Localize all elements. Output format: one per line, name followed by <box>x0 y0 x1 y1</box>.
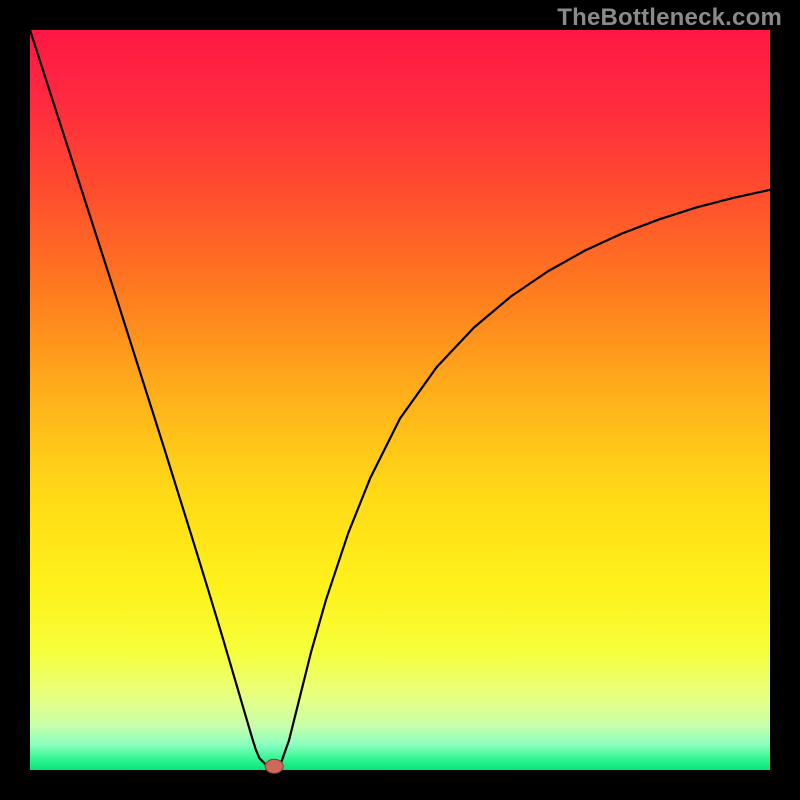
optimal-point-marker <box>265 759 283 773</box>
chart-background <box>30 30 770 770</box>
bottleneck-chart <box>0 0 800 800</box>
